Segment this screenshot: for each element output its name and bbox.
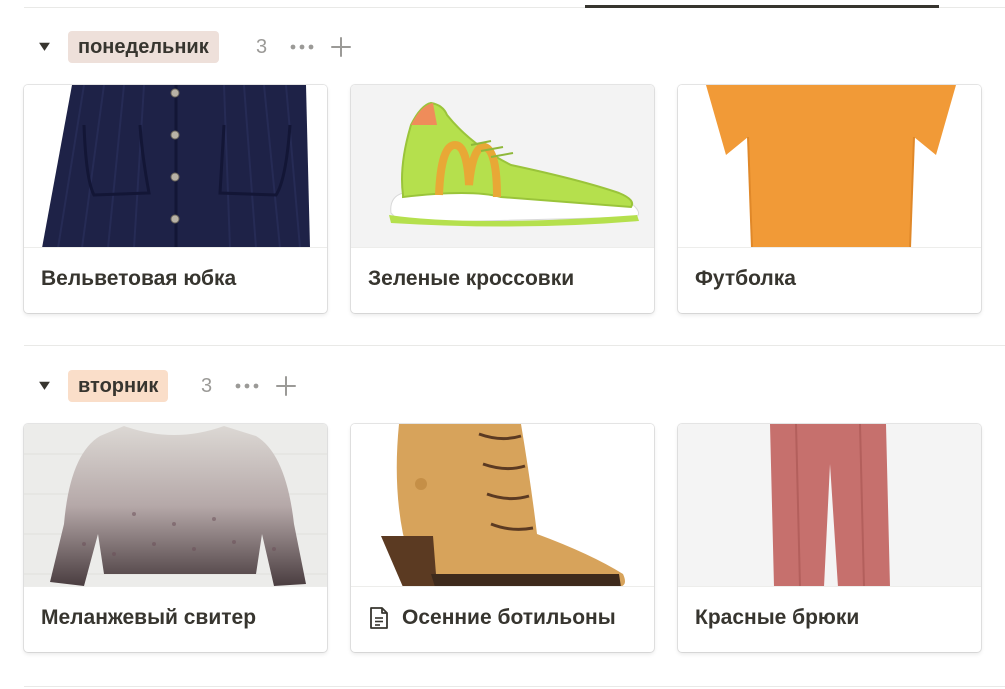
group-tag[interactable]: вторник [68,370,169,402]
card[interactable]: Зеленые кроссовки [351,85,654,313]
group-divider [24,345,1005,346]
plus-icon[interactable] [274,375,298,397]
card-title: Красные брюки [695,606,860,629]
active-view-indicator [585,5,939,8]
group-count: 3 [201,375,213,397]
group-header: понедельник 3 [0,28,1005,66]
group-count: 3 [256,36,268,58]
card[interactable]: Осенние ботильоны [351,424,654,652]
card-title: Осенние ботильоны [368,606,616,630]
card[interactable]: Красные брюки [678,424,981,652]
card[interactable]: Вельветовая юбка [24,85,327,313]
card-image-boot [351,424,654,587]
more-dots-icon[interactable] [290,36,314,58]
card-image-sweater [24,424,327,587]
triangle-down-icon[interactable] [36,377,52,393]
card[interactable]: Футболка [678,85,981,313]
card-title: Зеленые кроссовки [368,267,575,290]
page-icon [368,606,390,630]
card-image-trousers [678,424,981,587]
card-image-skirt [24,85,327,248]
board-group-tuesday: вторник 3 Меланжевый свитер Осенние боти… [0,367,1005,652]
card-title: Меланжевый свитер [41,606,257,629]
card-image-sneaker [351,85,654,248]
card[interactable]: Меланжевый свитер [24,424,327,652]
card-title: Футболка [695,267,796,290]
card-title: Вельветовая юбка [41,267,237,290]
triangle-down-icon[interactable] [36,38,52,54]
plus-icon[interactable] [329,36,353,58]
group-header: вторник 3 [0,367,1005,405]
card-image-tshirt [678,85,981,248]
more-dots-icon[interactable] [235,375,259,397]
group-tag[interactable]: понедельник [68,31,219,63]
card-title-text: Осенние ботильоны [402,606,616,629]
group-divider [24,686,1005,687]
board-group-monday: понедельник 3 Вельветовая юбка Зеленые к… [0,28,1005,313]
